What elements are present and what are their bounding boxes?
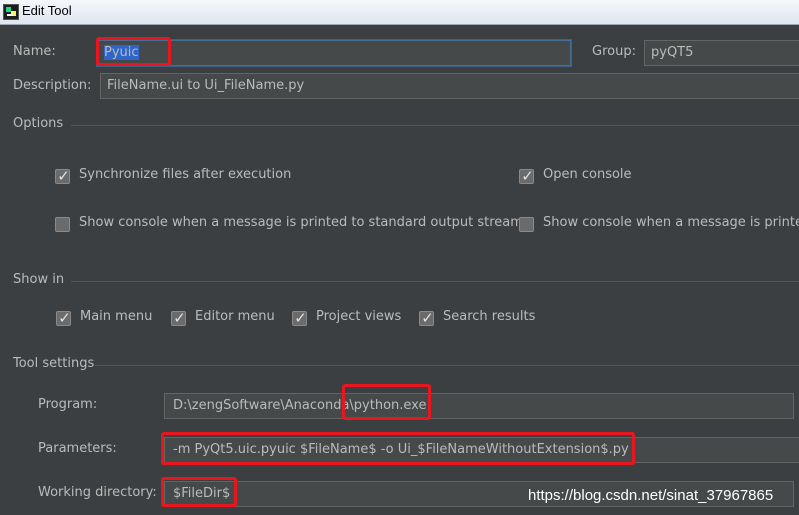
options-title: Options xyxy=(13,116,64,131)
check-mark-icon: ✓ xyxy=(421,309,434,327)
tool-settings-divider xyxy=(95,365,799,366)
name-input-value: Pyuic xyxy=(104,45,139,60)
pycharm-app-icon xyxy=(3,4,19,20)
parameters-input[interactable]: -m PyQt5.uic.pyuic $FileName$ -o Ui_$Fil… xyxy=(164,437,799,463)
show-console-stderr-checkbox[interactable] xyxy=(519,217,534,232)
open-console-checkbox[interactable]: ✓ xyxy=(519,167,534,185)
window-title: Edit Tool xyxy=(22,3,72,18)
show-in-section-header: Show in xyxy=(13,272,799,290)
check-mark-icon: ✓ xyxy=(58,309,71,327)
options-divider xyxy=(71,125,799,126)
program-input[interactable]: D:\zengSoftware\Anaconda\python.exe xyxy=(164,393,794,419)
program-label: Program: xyxy=(38,397,98,412)
check-mark-icon: ✓ xyxy=(57,167,70,185)
show-console-stderr-label: Show console when a message is printed t xyxy=(543,215,799,230)
window-title-bar[interactable]: Edit Tool xyxy=(0,0,799,25)
group-label: Group: xyxy=(592,44,636,59)
show-in-divider xyxy=(71,281,799,282)
tool-settings-title: Tool settings xyxy=(13,356,95,371)
description-label: Description: xyxy=(13,78,92,93)
editor-menu-checkbox[interactable]: ✓ xyxy=(171,309,186,327)
search-results-checkbox[interactable]: ✓ xyxy=(419,309,434,327)
show-console-stdout-label: Show console when a message is printed t… xyxy=(79,215,523,230)
search-results-label: Search results xyxy=(443,309,536,324)
check-mark-icon: ✓ xyxy=(173,309,186,327)
name-input[interactable]: Pyuic xyxy=(97,40,571,66)
editor-menu-label: Editor menu xyxy=(195,309,275,324)
description-input[interactable]: FileName.ui to Ui_FileName.py xyxy=(100,73,799,99)
working-directory-label: Working directory: xyxy=(38,485,157,500)
sync-files-label: Synchronize files after execution xyxy=(79,167,292,182)
sync-files-checkbox[interactable]: ✓ xyxy=(55,167,70,185)
name-label: Name: xyxy=(13,44,56,59)
options-section-header: Options xyxy=(13,116,799,134)
show-console-stdout-checkbox[interactable] xyxy=(55,217,70,232)
main-menu-label: Main menu xyxy=(80,309,153,324)
open-console-label: Open console xyxy=(543,167,632,182)
project-views-checkbox[interactable]: ✓ xyxy=(292,309,307,327)
group-combobox[interactable]: pyQT5 xyxy=(644,40,799,66)
main-menu-checkbox[interactable]: ✓ xyxy=(56,309,71,327)
watermark-text: https://blog.csdn.net/sinat_37967865 xyxy=(528,487,774,504)
check-mark-icon: ✓ xyxy=(521,167,534,185)
check-mark-icon: ✓ xyxy=(294,309,307,327)
show-in-title: Show in xyxy=(13,272,65,287)
tool-settings-section-header: Tool settings xyxy=(13,356,799,374)
parameters-label: Parameters: xyxy=(38,441,117,456)
project-views-label: Project views xyxy=(316,309,402,324)
